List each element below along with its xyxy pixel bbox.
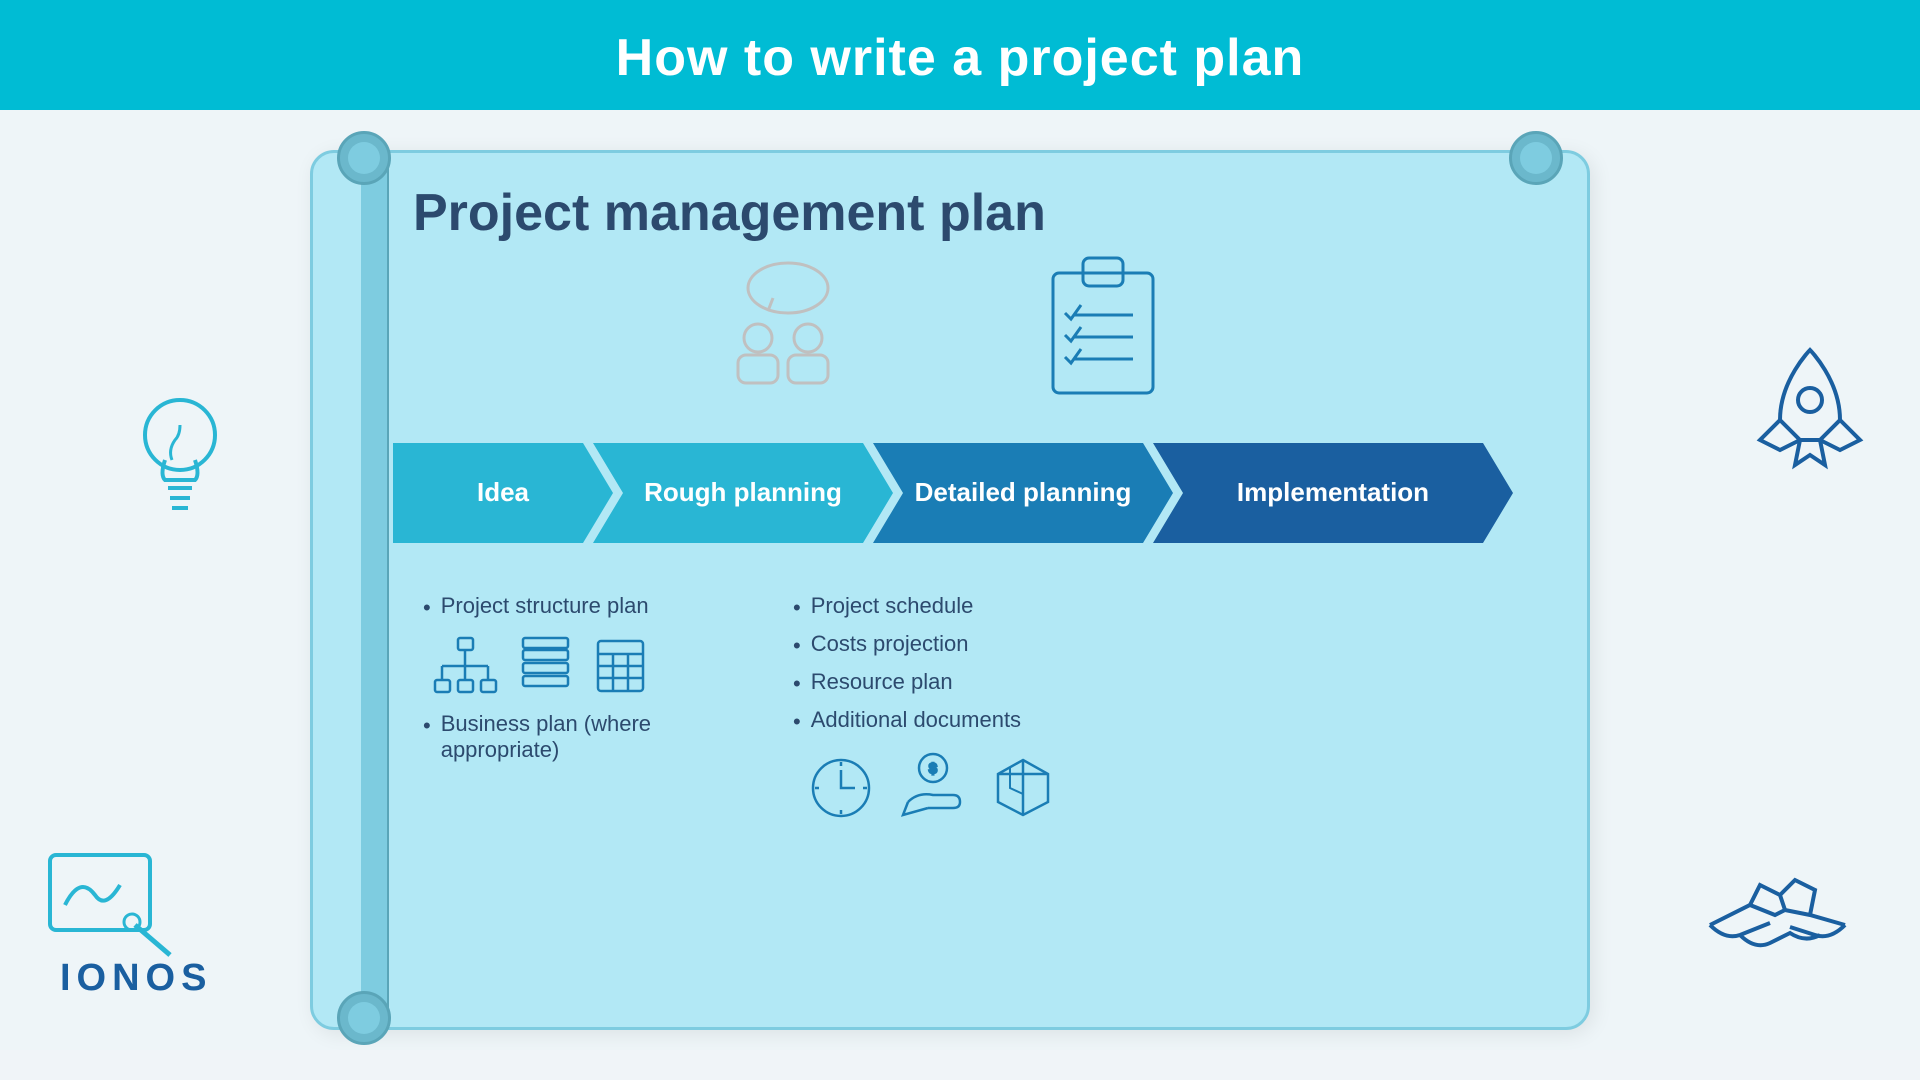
svg-text:$: $ (929, 760, 937, 776)
arrows-row: Idea Rough planning Detailed planning Im… (393, 443, 1593, 543)
detailed-planning-bullets: • Project schedule • Costs projection • … (753, 573, 1213, 840)
spreadsheet-icon (593, 636, 648, 696)
ionos-logo: IONOS (60, 957, 212, 1000)
rough-bullet-1: • Project structure plan (423, 593, 723, 621)
rough-bullet-2: • Business plan (where appropriate) (423, 711, 723, 763)
rough-small-icons (433, 636, 723, 696)
org-chart-icon (433, 636, 498, 696)
calendar-clock-icon (803, 750, 878, 820)
scroll-curl-top-left (337, 131, 391, 185)
bullet-section: • Project structure plan (393, 573, 1543, 840)
detailed-bullet-3: • Resource plan (793, 669, 1183, 697)
scroll-container: Project management plan (310, 150, 1590, 1030)
painting-icon (40, 845, 180, 970)
handshake-icon (1700, 855, 1860, 970)
scroll-curl-top-right (1509, 131, 1563, 185)
lightbulb-icon (120, 380, 240, 535)
package-icon (988, 750, 1058, 820)
detailed-bullet-2: • Costs projection (793, 631, 1183, 659)
clipboard-checklist-icon (1033, 243, 1173, 408)
rough-planning-bullets: • Project structure plan (393, 573, 753, 840)
arrow-idea: Idea (393, 443, 613, 543)
arrow-rough-planning: Rough planning (593, 443, 893, 543)
detailed-bullet-4: • Additional documents (793, 707, 1183, 735)
arrow-implementation: Implementation (1153, 443, 1513, 543)
content-area: IONOS (0, 110, 1920, 1050)
page-title: How to write a project plan (0, 28, 1920, 88)
scroll-curl-bottom-left (337, 991, 391, 1045)
detailed-bullet-1: • Project schedule (793, 593, 1183, 621)
rocket-icon (1750, 330, 1870, 485)
arrow-detailed-planning: Detailed planning (873, 443, 1173, 543)
people-chat-icon (703, 253, 863, 398)
hand-coin-icon: $ (898, 750, 968, 820)
scroll-left-bar (361, 153, 389, 1027)
plan-title: Project management plan (413, 183, 1046, 243)
header-bar: How to write a project plan (0, 0, 1920, 110)
layers-icon (518, 636, 573, 696)
detailed-small-icons: $ (803, 750, 1183, 820)
